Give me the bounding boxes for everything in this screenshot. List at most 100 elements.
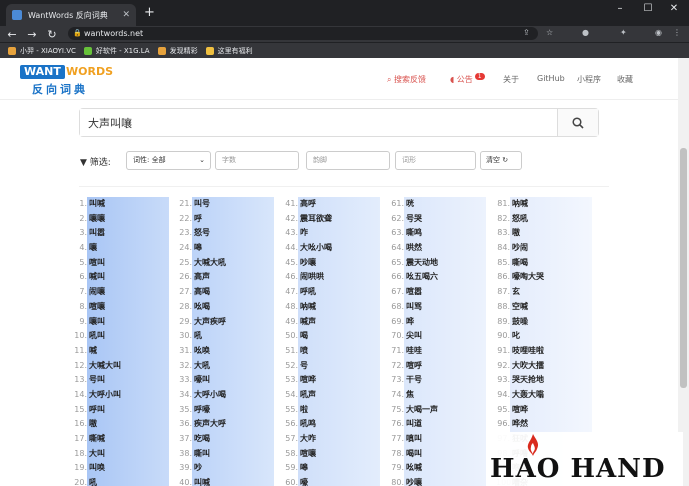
result-word[interactable]: 震天动地 [406, 258, 438, 267]
pos-select[interactable]: 词性: 全部 ⌄ [126, 151, 211, 170]
nav-feedback[interactable]: ⌕ 搜索反馈 [387, 74, 426, 85]
result-word[interactable]: 叫喊 [89, 199, 105, 208]
result-word[interactable]: 大喝一声 [406, 405, 438, 414]
result-item[interactable]: 57. 大咋 [284, 432, 332, 447]
result-item[interactable]: 10. 吼叫 [73, 329, 121, 344]
result-word[interactable]: 嘶叫 [194, 449, 210, 458]
result-item[interactable]: 66. 吆五喝六 [390, 270, 438, 285]
menu-icon[interactable]: ⋮ [673, 28, 681, 37]
result-item[interactable]: 14. 大呼小叫 [73, 388, 121, 403]
result-item[interactable]: 73. 干号 [390, 373, 438, 388]
result-word[interactable]: 大吆小喝 [300, 243, 332, 252]
result-item[interactable]: 8. 喧嚷 [73, 300, 121, 315]
result-item[interactable]: 4. 嚷 [73, 241, 121, 256]
result-item[interactable]: 37. 吃喝 [178, 432, 226, 447]
reload-icon[interactable]: ↻ [44, 28, 60, 41]
result-word[interactable]: 吵嚷 [300, 258, 316, 267]
result-item[interactable]: 23. 怒号 [178, 226, 226, 241]
result-item[interactable]: 25. 大喊大吼 [178, 256, 226, 271]
result-item[interactable]: 55. 啦 [284, 403, 332, 418]
result-word[interactable]: 呼吼 [300, 287, 316, 296]
result-item[interactable]: 96. 哗然 [496, 417, 544, 432]
result-word[interactable]: 叫嚣 [89, 228, 105, 237]
result-word[interactable]: 嚎叫 [194, 375, 210, 384]
result-item[interactable]: 42. 震耳欲聋 [284, 212, 332, 227]
result-word[interactable]: 吆唤 [194, 346, 210, 355]
result-word[interactable]: 吵嚷 [406, 478, 422, 486]
result-item[interactable]: 21. 叫号 [178, 197, 226, 212]
nav-github[interactable]: GitHub [537, 74, 565, 83]
result-word[interactable]: 喧哗 [512, 405, 528, 414]
result-item[interactable]: 70. 尖叫 [390, 329, 438, 344]
maximize-button[interactable]: ☐ [640, 3, 656, 14]
result-item[interactable]: 68. 叫骂 [390, 300, 438, 315]
result-word[interactable]: 喊叫 [89, 272, 105, 281]
result-item[interactable]: 89. 鼓噪 [496, 315, 544, 330]
result-word[interactable]: 叫喊 [194, 478, 210, 486]
result-item[interactable]: 35. 呼嚎 [178, 403, 226, 418]
result-item[interactable]: 31. 吆唤 [178, 344, 226, 359]
result-word[interactable]: 鼓噪 [512, 317, 528, 326]
result-word[interactable]: 吼 [89, 478, 97, 486]
result-item[interactable]: 58. 喧嚷 [284, 447, 332, 462]
result-word[interactable]: 大喊大叫 [89, 361, 121, 370]
nav-about[interactable]: 关于 [503, 74, 519, 85]
result-word[interactable]: 号 [300, 361, 308, 370]
result-item[interactable]: 28. 吆喝 [178, 300, 226, 315]
result-word[interactable]: 啦 [300, 405, 308, 414]
result-item[interactable]: 77. 嗔叫 [390, 432, 438, 447]
result-item[interactable]: 76. 叫道 [390, 417, 438, 432]
result-item[interactable]: 94. 大轰大嗡 [496, 388, 544, 403]
result-word[interactable]: 叫骂 [406, 302, 422, 311]
result-item[interactable]: 63. 嘶鸣 [390, 226, 438, 241]
result-word[interactable]: 喧嚣 [406, 287, 422, 296]
result-item[interactable]: 79. 吆喊 [390, 461, 438, 476]
scrollbar-thumb[interactable] [680, 148, 687, 388]
result-item[interactable]: 78. 喝叫 [390, 447, 438, 462]
minimize-button[interactable]: – [612, 3, 628, 14]
clear-button[interactable]: 清空 ↻ [480, 151, 522, 170]
result-item[interactable]: 44. 大吆小喝 [284, 241, 332, 256]
result-word[interactable]: 哇哇 [406, 346, 422, 355]
bookmark-star-icon[interactable]: ☆ [546, 28, 553, 37]
result-word[interactable]: 嘶喊 [89, 434, 105, 443]
result-item[interactable]: 22. 呼 [178, 212, 226, 227]
rhyme-input[interactable]: 韵脚 [306, 151, 390, 170]
result-item[interactable]: 90. 叱 [496, 329, 544, 344]
result-word[interactable]: 嚎 [300, 478, 308, 486]
result-word[interactable]: 大叫 [89, 449, 105, 458]
result-word[interactable]: 嚷 [89, 243, 97, 252]
result-word[interactable]: 吆喝 [194, 302, 210, 311]
result-word[interactable]: 大喊大吼 [194, 258, 226, 267]
result-word[interactable]: 干号 [406, 375, 422, 384]
result-word[interactable]: 号叫 [89, 375, 105, 384]
result-word[interactable]: 嗷 [512, 228, 520, 237]
word-shape-input[interactable]: 词形 [395, 151, 476, 170]
result-word[interactable]: 呼叫 [89, 405, 105, 414]
result-word[interactable]: 咋 [300, 228, 308, 237]
result-item[interactable]: 86. 嚎啕大哭 [496, 270, 544, 285]
result-item[interactable]: 48. 呐喊 [284, 300, 332, 315]
nav-miniprogram[interactable]: 小程序 [577, 74, 601, 85]
extensions-puzzle-icon[interactable]: ✦ [620, 28, 627, 37]
result-item[interactable]: 40. 叫喊 [178, 476, 226, 486]
result-item[interactable]: 9. 嚷叫 [73, 315, 121, 330]
bookmark-item-0[interactable]: 小羿 - XIAOYI.VC [8, 46, 76, 56]
result-item[interactable]: 74. 焦 [390, 388, 438, 403]
profile-avatar-icon[interactable]: ◉ [655, 28, 662, 37]
result-item[interactable]: 5. 喧叫 [73, 256, 121, 271]
result-item[interactable]: 91. 吱哩哇啦 [496, 344, 544, 359]
result-word[interactable]: 吃喝 [194, 434, 210, 443]
result-word[interactable]: 焦 [406, 390, 414, 399]
result-word[interactable]: 大呼小喝 [194, 390, 226, 399]
result-item[interactable]: 56. 吼鸣 [284, 417, 332, 432]
char-count-input[interactable]: 字数 [215, 151, 299, 170]
result-word[interactable]: 吼叫 [89, 331, 105, 340]
tab-close-icon[interactable]: ✕ [122, 10, 130, 20]
result-word[interactable]: 呐喊 [300, 302, 316, 311]
result-word[interactable]: 吆五喝六 [406, 272, 438, 281]
result-item[interactable]: 59. 嗥 [284, 461, 332, 476]
back-icon[interactable]: ← [4, 28, 20, 41]
result-word[interactable]: 大呼小叫 [89, 390, 121, 399]
result-word[interactable]: 嘶鸣 [406, 228, 422, 237]
